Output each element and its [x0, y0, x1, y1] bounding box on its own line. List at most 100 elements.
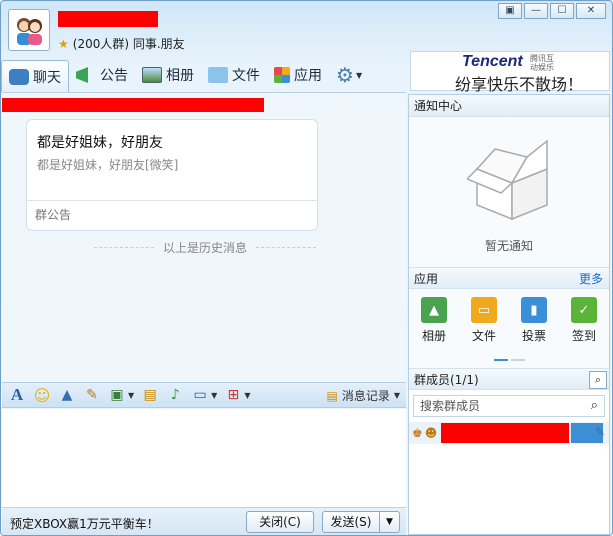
app-files-label: 文件	[471, 329, 496, 343]
screenshot-icon[interactable]: ▭	[191, 387, 209, 403]
history-label: 消息记录	[341, 389, 390, 403]
app-vote-label: 投票	[521, 329, 546, 343]
group-announcement-card[interactable]: 都是好姐妹，好朋友 都是好姐妹，好朋友[微笑] 群公告	[26, 119, 318, 231]
tab-apps[interactable]: 应用	[267, 60, 329, 90]
tab-album-label: 相册	[166, 68, 194, 84]
chevron-down-icon[interactable]: ▼	[128, 391, 134, 400]
right-panel: 通知中心 暂无通知 应用 更多 ▲ 相册 ▭ 文件 ▮ 投票 ✓ 签到 群成员(…	[408, 94, 610, 535]
tab-apps-label: 应用	[294, 68, 322, 84]
close-button[interactable]: 关闭(C)	[246, 511, 314, 533]
megaphone-icon	[76, 67, 88, 83]
notify-center-body: 暂无通知	[409, 117, 609, 267]
font-icon[interactable]: A	[8, 385, 26, 405]
skin-button[interactable]: ▣	[498, 3, 522, 19]
doodle-icon[interactable]: ✎	[83, 387, 101, 403]
close-window-button[interactable]: ✕	[576, 3, 606, 19]
announcement-title: 都是好姐妹，好朋友	[37, 135, 163, 151]
member-name-redacted	[441, 423, 570, 443]
gear-icon: ⚙	[336, 63, 354, 87]
empty-box-icon	[467, 139, 548, 221]
tab-files[interactable]: 文件	[201, 60, 267, 90]
search-icon[interactable]: ⌕	[591, 396, 598, 416]
group-member-info: ★ (200人群) 同事.朋友	[58, 35, 185, 52]
notify-empty-text: 暂无通知	[484, 239, 533, 253]
minimize-button[interactable]: —	[524, 3, 548, 19]
app-vote[interactable]: ▮ 投票	[514, 297, 554, 359]
qq-group-chat-window: ★ (200人群) 同事.朋友 ▣ — ☐ ✕ 聊天 公告 相册 文件 应用 ⚙…	[0, 0, 613, 536]
checkin-icon: ✓	[571, 297, 597, 323]
folder-icon: ▭	[471, 297, 497, 323]
message-history-button[interactable]: ▤ 消息记录 ▼	[326, 387, 400, 404]
chevron-down-icon: ▼	[355, 70, 363, 80]
app-files[interactable]: ▭ 文件	[464, 297, 504, 359]
pager-dot[interactable]	[510, 359, 525, 361]
app-checkin-label: 签到	[571, 329, 596, 343]
tab-announcement[interactable]: 公告	[69, 60, 135, 90]
banner-tagline: 纷享快乐不散场！	[455, 75, 584, 94]
emoji-icon[interactable]: ☺	[33, 386, 51, 405]
magic-face-icon[interactable]: ▲	[58, 387, 76, 403]
chevron-down-icon[interactable]: ▼	[244, 391, 250, 400]
member-search-placeholder: 搜索群成员	[420, 399, 481, 413]
chevron-down-icon: ▼	[393, 391, 400, 400]
image-icon[interactable]: ▣	[108, 387, 126, 403]
album-icon	[142, 67, 162, 83]
announcement-footer: 群公告	[27, 200, 317, 230]
members-title: 群成员(1/1)	[414, 373, 479, 387]
send-options-button[interactable]: ▼	[379, 511, 400, 533]
redacted-bar	[2, 98, 264, 112]
member-info-text: (200人群) 同事.朋友	[72, 37, 185, 51]
function-tabs: 聊天 公告 相册 文件 应用 ⚙ ▼	[1, 59, 369, 92]
tab-chat[interactable]: 聊天	[1, 60, 69, 92]
chevron-down-icon[interactable]: ▼	[211, 391, 217, 400]
message-input[interactable]	[2, 409, 406, 507]
bottom-bar: 预定XBOX赢1万元平衡车！ 关闭(C) 发送(S) ▼	[2, 507, 406, 535]
send-button[interactable]: 发送(S)	[322, 511, 380, 533]
apps-icon	[274, 67, 290, 83]
tab-album[interactable]: 相册	[135, 60, 201, 90]
vote-icon: ▮	[521, 297, 547, 323]
notify-center-header: 通知中心	[409, 95, 609, 117]
album-icon: ▲	[421, 297, 447, 323]
banner-brand-sub: 腾讯互动娱乐	[530, 54, 554, 72]
tab-files-label: 文件	[232, 68, 260, 84]
folder-icon	[208, 67, 228, 83]
apps-title: 应用	[414, 272, 439, 286]
settings-menu[interactable]: ⚙ ▼	[329, 60, 369, 90]
member-search-input[interactable]: 搜索群成员 ⌕	[413, 395, 605, 417]
app-album[interactable]: ▲ 相册	[414, 297, 454, 359]
app-album-label: 相册	[421, 329, 446, 343]
notify-center-title: 通知中心	[414, 99, 463, 113]
tab-chat-label: 聊天	[33, 69, 61, 86]
search-icon[interactable]: ⌕	[589, 371, 607, 389]
chat-icon	[9, 68, 29, 85]
members-header: 群成员(1/1) ⌕	[409, 368, 609, 390]
announcement-body: 都是好姐妹，好朋友[微笑]	[37, 158, 179, 172]
promo-link[interactable]: 预定XBOX赢1万元平衡车！	[10, 515, 159, 532]
member-list-item[interactable]: ♚ ☻ ✎	[409, 422, 609, 444]
member-avatar: ☻	[424, 426, 438, 440]
app-checkin[interactable]: ✓ 签到	[564, 297, 604, 359]
history-icon: ▤	[326, 388, 338, 403]
edit-icon[interactable]: ✎	[595, 425, 605, 439]
group-avatar-icon	[17, 18, 42, 45]
shake-icon[interactable]: ⊞	[224, 387, 242, 403]
apps-row: ▲ 相册 ▭ 文件 ▮ 投票 ✓ 签到	[409, 289, 609, 359]
member-role-icon: ♚	[412, 426, 423, 440]
pager-dot-active[interactable]	[493, 359, 508, 361]
star-icon: ★	[58, 36, 69, 51]
group-name-redacted	[58, 11, 158, 27]
maximize-button[interactable]: ☐	[550, 3, 574, 19]
group-avatar[interactable]	[8, 9, 50, 51]
tencent-banner-ad[interactable]: Tencent 腾讯互动娱乐 纷享快乐不散场！	[410, 51, 610, 94]
apps-pager[interactable]	[409, 359, 609, 368]
music-icon[interactable]: ♪	[166, 387, 184, 403]
history-divider: 以上是历史消息	[94, 239, 316, 256]
document-icon[interactable]: ▤	[141, 387, 159, 403]
input-toolbar: A ☺ ▲ ✎ ▣ ▼ ▤ ♪ ▭ ▼ ⊞ ▼ ▤ 消息记录 ▼	[2, 382, 406, 408]
more-apps-link[interactable]: 更多	[579, 268, 603, 290]
banner-brand: Tencent	[462, 53, 523, 70]
tab-announcement-label: 公告	[100, 68, 128, 84]
apps-header: 应用 更多	[409, 267, 609, 289]
chat-message-area[interactable]: 都是好姐妹，好朋友 都是好姐妹，好朋友[微笑] 群公告 以上是历史消息	[2, 92, 406, 382]
